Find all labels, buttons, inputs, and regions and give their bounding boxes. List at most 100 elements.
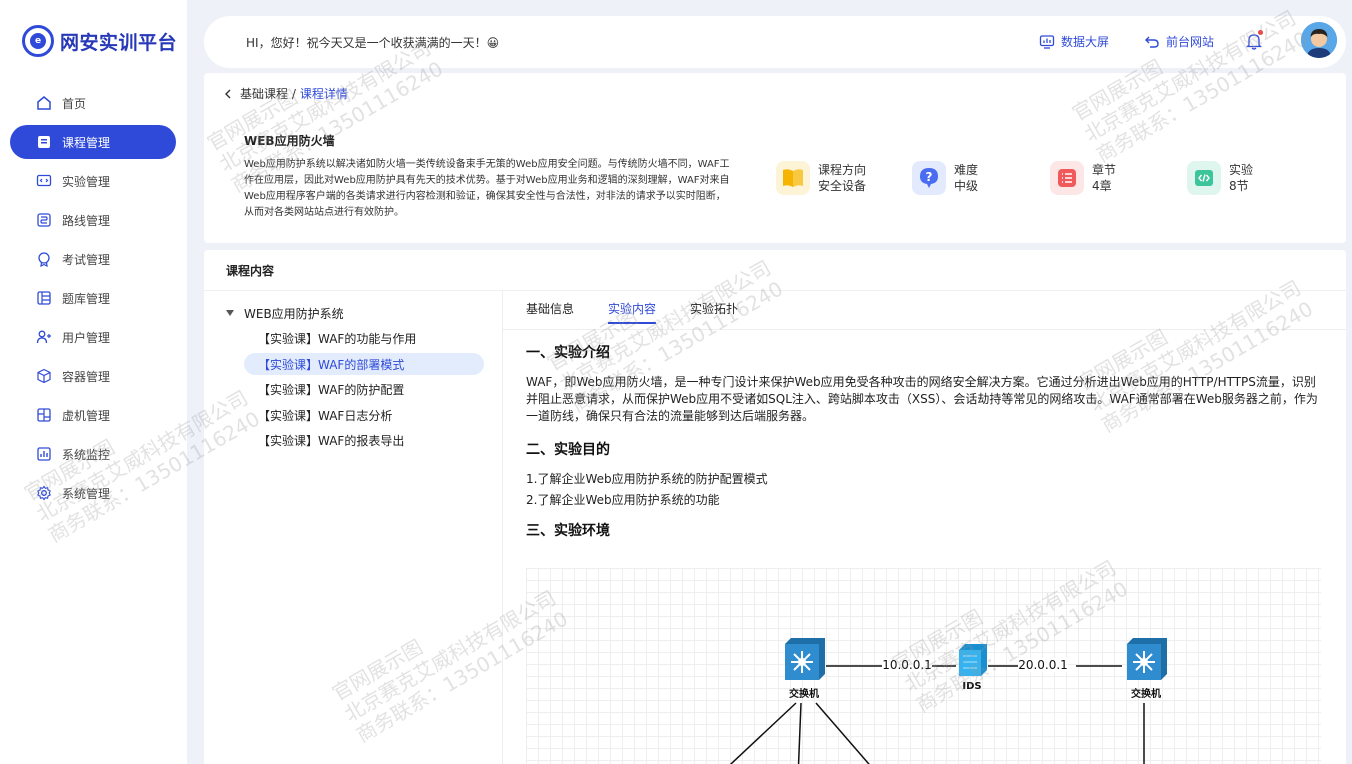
heading-intro: 一、实验介绍: [526, 345, 610, 361]
content-tabs: 基础信息 实验内容 实验拓扑: [526, 300, 772, 324]
meta-value: 4章: [1092, 179, 1112, 193]
sidebar-item-users[interactable]: 用户管理: [10, 320, 176, 354]
meta-value: 8节: [1229, 179, 1249, 193]
notification-dot: [1258, 30, 1263, 35]
code-icon: [36, 173, 52, 189]
avatar[interactable]: [1301, 22, 1337, 58]
sidebar-item-label: 系统监控: [62, 447, 111, 462]
sidebar: e 网安实训平台 首页 课程管理 实验管理 路线管理 考试管理 题库管理 用户管…: [0, 0, 187, 764]
sidebar-item-label: 虚机管理: [62, 408, 111, 423]
tree-item[interactable]: 【实验课】WAF的功能与作用: [244, 328, 484, 350]
exam-icon: [36, 251, 52, 267]
breadcrumb-parent[interactable]: 基础课程 /: [240, 85, 296, 102]
gear-icon: [36, 485, 52, 501]
book-icon: [36, 134, 52, 150]
tree-item-selected[interactable]: 【实验课】WAF的部署模式: [244, 353, 484, 375]
sidebar-nav: 首页 课程管理 实验管理 路线管理 考试管理 题库管理 用户管理 容器管理 虚机…: [10, 86, 176, 515]
goal-item: 2.了解企业Web应用防护系统的功能: [526, 493, 720, 507]
app-title: 网安实训平台: [60, 31, 178, 54]
sidebar-item-label: 系统管理: [62, 486, 111, 501]
return-icon: [1145, 36, 1159, 48]
sidebar-item-experiment[interactable]: 实验管理: [10, 164, 176, 198]
meta-chapters: 章节 4章: [1050, 161, 1116, 195]
sidebar-item-system[interactable]: 系统管理: [10, 476, 176, 510]
meta-value: 中级: [954, 179, 979, 193]
meta-label: 实验: [1229, 163, 1254, 177]
meta-difficulty: ? 难度中级: [912, 161, 978, 195]
topology-diagram: 交换机 10.0.0.1 IDS 20.0.0.1 交换机: [526, 568, 1321, 764]
tree-item[interactable]: 【实验课】WAF日志分析: [244, 404, 484, 426]
tree-item[interactable]: 【实验课】WAF的防护配置: [244, 379, 484, 401]
sidebar-item-label: 容器管理: [62, 369, 111, 384]
sidebar-item-label: 课程管理: [62, 135, 111, 150]
sidebar-item-label: 首页: [62, 96, 87, 111]
chevron-left-icon[interactable]: [222, 88, 234, 100]
tabs-divider: [503, 329, 1346, 330]
switch-label: 交换机: [789, 689, 819, 700]
cube-icon: [36, 368, 52, 384]
question-bank-icon: [36, 290, 52, 306]
tree-item[interactable]: 【实验课】WAF的报表导出: [244, 430, 484, 452]
sidebar-item-label: 考试管理: [62, 252, 111, 267]
question-icon: ?: [912, 161, 946, 195]
dashboard-icon: [1039, 34, 1055, 49]
topbar: HI，您好！祝今天又是一个收获满满的一天！😀 数据大屏 前台网站: [204, 16, 1346, 68]
list-icon: [1050, 161, 1084, 195]
ids-icon: [959, 644, 987, 676]
app-logo[interactable]: e 网安实训平台: [22, 25, 177, 57]
data-screen-link[interactable]: 数据大屏: [1039, 33, 1109, 50]
home-icon: [36, 95, 52, 111]
meta-value: 安全设备: [818, 179, 867, 193]
ids-label: IDS: [962, 681, 982, 692]
user-avatar-icon: [1301, 22, 1337, 58]
sidebar-item-container[interactable]: 容器管理: [10, 359, 176, 393]
front-site-link[interactable]: 前台网站: [1144, 33, 1214, 50]
book-open-icon: [776, 161, 810, 195]
vertical-divider: [502, 290, 503, 764]
code-icon: [1187, 161, 1221, 195]
heading-environment: 三、实验环境: [526, 523, 610, 539]
tab-basic-info[interactable]: 基础信息: [526, 300, 574, 324]
heading-goals: 二、实验目的: [526, 442, 610, 458]
breadcrumb-current: 课程详情: [299, 87, 348, 101]
data-screen-label: 数据大屏: [1061, 35, 1110, 49]
tab-lab-content[interactable]: 实验内容: [608, 300, 657, 324]
ids-node[interactable]: IDS: [954, 642, 990, 692]
switch-icon: [785, 638, 825, 680]
front-site-label: 前台网站: [1166, 35, 1215, 49]
sidebar-item-exam[interactable]: 考试管理: [10, 242, 176, 276]
sidebar-item-question-bank[interactable]: 题库管理: [10, 281, 176, 315]
sidebar-item-home[interactable]: 首页: [10, 86, 176, 120]
meta-label: 课程方向: [818, 163, 867, 177]
sidebar-item-label: 路线管理: [62, 213, 111, 228]
chapter-tree: WEB应用防护系统 【实验课】WAF的功能与作用 【实验课】WAF的部署模式 【…: [226, 302, 494, 452]
sidebar-item-monitor[interactable]: 系统监控: [10, 437, 176, 471]
caret-down-icon: [226, 310, 234, 316]
switch-node[interactable]: 交换机: [1122, 636, 1170, 700]
meta-label: 章节: [1092, 163, 1117, 177]
switch-icon: [1127, 638, 1167, 680]
greeting-text: HI，您好！祝今天又是一个收获满满的一天！😀: [246, 36, 500, 50]
svg-text:?: ?: [926, 170, 933, 184]
link-label-left: 10.0.0.1: [882, 658, 932, 672]
intro-paragraph: WAF，即Web应用防火墙，是一种专门设计来保护Web应用免受各种攻击的网络安全…: [526, 375, 1318, 423]
sidebar-item-vm[interactable]: 虚机管理: [10, 398, 176, 432]
tab-lab-topology[interactable]: 实验拓扑: [690, 300, 738, 324]
sidebar-item-course[interactable]: 课程管理: [10, 125, 176, 159]
link-label-right: 20.0.0.1: [1018, 658, 1068, 672]
tree-root-label: WEB应用防护系统: [244, 306, 344, 321]
meta-labs: 实验 8节: [1187, 161, 1253, 195]
tree-root[interactable]: WEB应用防护系统: [226, 302, 494, 324]
users-icon: [36, 329, 52, 345]
sidebar-item-label: 实验管理: [62, 174, 111, 189]
course-title: WEB应用防火墙: [244, 134, 335, 148]
notification-bell[interactable]: [1245, 30, 1263, 53]
sidebar-item-route[interactable]: 路线管理: [10, 203, 176, 237]
vm-icon: [36, 407, 52, 423]
meta-label: 难度: [954, 163, 979, 177]
divider: [204, 290, 1346, 291]
meta-direction: 课程方向 安全设备: [776, 161, 866, 195]
switch-node[interactable]: 交换机: [780, 636, 828, 700]
sidebar-item-label: 题库管理: [62, 291, 111, 306]
lab-document: 一、实验介绍 WAF，即Web应用防火墙，是一种专门设计来保护Web应用免受各种…: [526, 342, 1321, 554]
